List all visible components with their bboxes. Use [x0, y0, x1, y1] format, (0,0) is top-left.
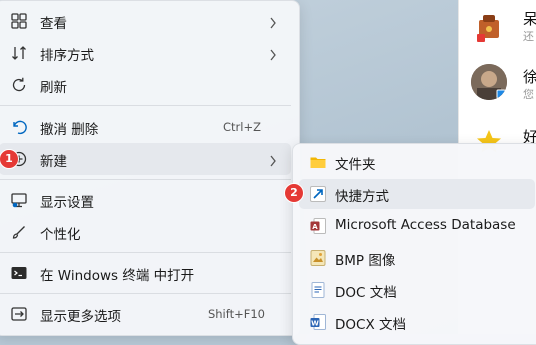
submenu-item-bmp[interactable]: BMP 图像: [299, 243, 535, 273]
chat-item[interactable]: 徐 您: [459, 58, 536, 114]
menu-item-label: 排序方式: [40, 48, 94, 64]
submenu-item-label: 快捷方式: [335, 189, 389, 205]
refresh-icon: [10, 76, 28, 94]
submenu-item-docx[interactable]: W DOCX 文档: [299, 307, 535, 337]
menu-item-sort[interactable]: 排序方式: [0, 37, 291, 69]
chat-preview: 您: [523, 88, 534, 101]
submenu-item-label: 文件夹: [335, 157, 376, 173]
menu-item-label: 查看: [40, 16, 67, 32]
chevron-right-icon: [269, 152, 277, 167]
submenu-item-folder[interactable]: 文件夹: [299, 147, 535, 177]
submenu-item-label: BMP 图像: [335, 253, 396, 269]
new-submenu: 文件夹 快捷方式 A Microsoft Access Database BMP…: [292, 143, 536, 345]
folder-icon: [309, 153, 327, 171]
access-file-icon: A: [309, 217, 327, 235]
docx-file-icon: W: [309, 313, 327, 331]
svg-text:A: A: [312, 223, 318, 231]
submenu-item-label: DOCX 文档: [335, 317, 406, 333]
bag-avatar-icon: [471, 8, 507, 44]
shortcut-label: Shift+F10: [207, 307, 265, 321]
brush-icon: [10, 223, 28, 241]
monitor-settings-icon: [10, 191, 28, 209]
menu-separator: [0, 105, 291, 106]
shortcut-arrow-icon: [309, 185, 327, 203]
chat-preview: 还: [523, 30, 534, 43]
menu-separator: [0, 179, 291, 180]
menu-item-open-terminal[interactable]: 在 Windows 终端 中打开: [0, 257, 291, 289]
menu-item-view[interactable]: 查看: [0, 5, 291, 37]
menu-item-label: 撤消 删除: [40, 122, 99, 138]
submenu-item-label: DOC 文档: [335, 285, 397, 301]
undo-icon: [10, 118, 28, 136]
submenu-item-shortcut[interactable]: 快捷方式: [299, 179, 535, 209]
chat-name: 呆: [523, 10, 536, 28]
chevron-right-icon: [269, 14, 277, 29]
grid-view-icon: [10, 12, 28, 30]
bmp-image-icon: [309, 249, 327, 267]
step-badge: 2: [284, 183, 304, 203]
chevron-right-icon: [269, 46, 277, 61]
menu-item-label: 显示更多选项: [40, 309, 121, 325]
more-options-icon: [10, 305, 28, 323]
shortcut-label: Ctrl+Z: [223, 120, 261, 134]
menu-item-label: 新建: [40, 154, 67, 170]
step-badge: 1: [0, 149, 19, 169]
doc-file-icon: [309, 281, 327, 299]
terminal-icon: [10, 264, 28, 282]
submenu-item-doc[interactable]: DOC 文档: [299, 275, 535, 305]
menu-item-personalize[interactable]: 个性化: [0, 216, 291, 248]
desktop-context-menu: 查看 排序方式 刷新 撤消 删除 Ctrl+Z 新建 显示设置 个性化 在 Wi…: [0, 0, 300, 336]
photo-avatar-icon: [471, 64, 507, 100]
chat-item[interactable]: 呆 还: [459, 0, 536, 56]
chat-name: 徐: [523, 68, 536, 86]
menu-item-new[interactable]: 新建: [0, 143, 291, 175]
sort-icon: [10, 44, 28, 62]
menu-item-label: 显示设置: [40, 195, 94, 211]
menu-item-show-more-options[interactable]: 显示更多选项 Shift+F10: [0, 298, 291, 330]
menu-item-label: 刷新: [40, 80, 67, 96]
menu-item-label: 在 Windows 终端 中打开: [40, 268, 195, 284]
menu-item-undo-delete[interactable]: 撤消 删除 Ctrl+Z: [0, 111, 291, 143]
menu-separator: [0, 252, 291, 253]
menu-item-display-settings[interactable]: 显示设置: [0, 184, 291, 216]
menu-item-refresh[interactable]: 刷新: [0, 69, 291, 101]
submenu-item-label: Microsoft Access Database: [335, 217, 516, 233]
submenu-item-access-database[interactable]: A Microsoft Access Database: [299, 211, 535, 241]
menu-item-label: 个性化: [40, 227, 81, 243]
menu-separator: [0, 293, 291, 294]
svg-text:W: W: [311, 319, 319, 327]
